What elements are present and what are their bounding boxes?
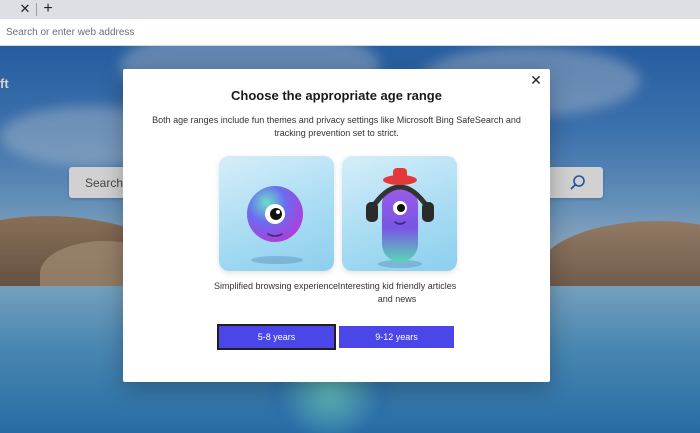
tab-divider	[36, 3, 37, 16]
caption-5-8: Simplified browsing experience	[213, 281, 339, 291]
round-character-icon	[247, 186, 303, 264]
age-9-12-button[interactable]: 9-12 years	[339, 326, 454, 348]
caption-9-12: Interesting kid friendly articles and ne…	[337, 281, 457, 304]
address-bar	[0, 19, 700, 46]
close-icon[interactable]: ✕	[527, 71, 545, 89]
dialog-title: Choose the appropriate age range	[231, 88, 442, 103]
age-5-8-button[interactable]: 5-8 years	[217, 324, 336, 350]
dialog-description: Both age ranges include fun themes and p…	[152, 115, 521, 138]
address-input[interactable]	[4, 23, 694, 42]
tab-close-icon[interactable]: ✕	[18, 2, 32, 16]
age-range-dialog: ✕ Choose the appropriate age range Both …	[123, 69, 550, 382]
tab-strip: ✕ +	[0, 0, 700, 19]
age-card-5-8[interactable]	[219, 156, 334, 271]
new-tab-plus-icon[interactable]: +	[40, 1, 56, 17]
age-card-9-12[interactable]	[342, 156, 457, 271]
headphone-character-icon	[366, 168, 434, 268]
